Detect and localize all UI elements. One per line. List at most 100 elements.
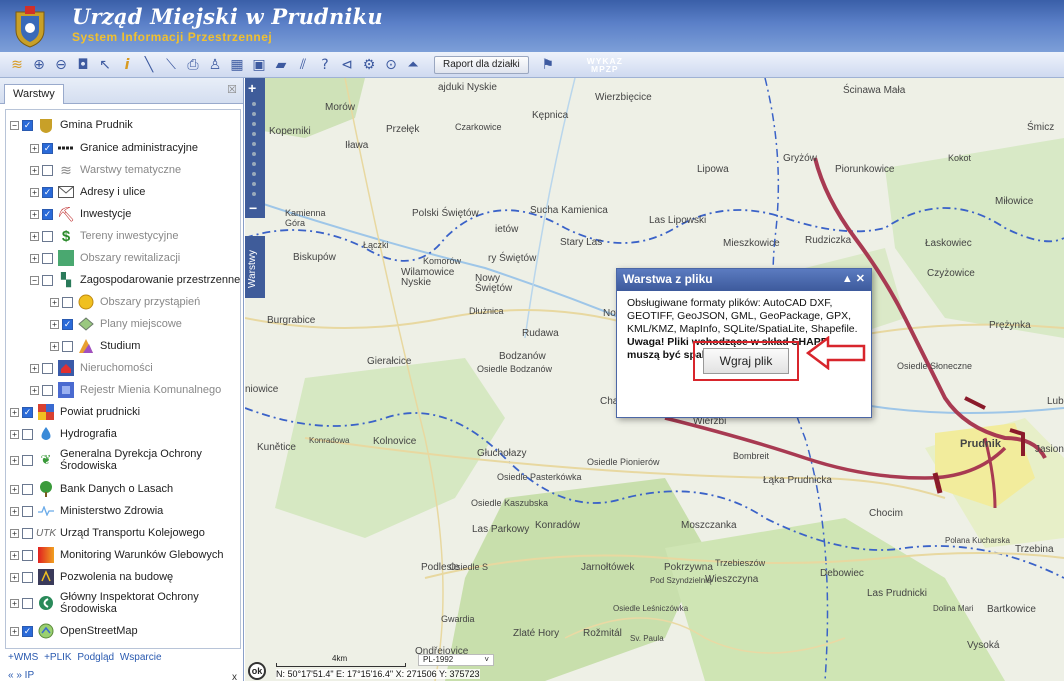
layer-checkbox[interactable] [42,230,53,242]
print-icon[interactable]: ⎙ [184,56,202,74]
expand-icon[interactable]: + [10,429,19,439]
layer-checkbox[interactable] [22,505,33,517]
close-icon[interactable]: ☒ [227,83,237,96]
person-icon[interactable]: ♙ [206,56,224,74]
info-icon[interactable]: i [118,56,136,74]
zoom-in-icon[interactable]: ⊕ [30,56,48,74]
layer-checkbox[interactable]: ✓ [42,186,53,198]
tree-item-studium[interactable]: + Studium [50,335,140,357]
expand-icon[interactable]: + [10,455,19,465]
measure-area-icon[interactable]: ⟍ [162,56,180,74]
layer-checkbox[interactable] [22,571,33,583]
tree-item-powiat[interactable]: + ✓ Powiat prudnicki [10,401,140,423]
north-icon[interactable]: ⏶ [404,56,422,74]
window-icon[interactable]: ▣ [250,56,268,74]
tree-item-przystapienia[interactable]: + Obszary przystąpień [50,291,200,313]
expand-icon[interactable]: + [10,484,19,494]
zoom-out-icon[interactable]: − [249,200,257,216]
zoom-level-dot[interactable] [252,152,256,156]
tree-item-tereny[interactable]: + $ Tereny inwestycyjne [30,225,178,247]
tree-item-monitoring[interactable]: + Monitoring Warunków Glebowych [10,544,223,566]
layer-checkbox[interactable] [42,164,53,176]
measure-line-icon[interactable]: ╲ [140,56,158,74]
layer-checkbox[interactable] [62,296,73,308]
wykaz-mpzp-button[interactable]: WYKAZ MPZP [587,56,623,73]
zoom-level-dot[interactable] [252,132,256,136]
panel-bottom-nav[interactable]: « » IP [8,670,34,681]
tree-item-gdos[interactable]: + ❦ Generalna Dyrekcja Ochrony Środowisk… [10,446,210,474]
zoom-extent-icon[interactable]: ◘ [74,56,92,74]
collapse-icon[interactable]: − [10,120,19,130]
layer-checkbox[interactable] [22,454,33,466]
expand-icon[interactable]: + [50,297,59,307]
layer-checkbox[interactable]: ✓ [22,625,33,637]
expand-icon[interactable]: + [30,209,39,219]
tree-item-warstwy[interactable]: + ≋ Warstwy tematyczne [30,159,181,181]
tree-item-hydrografia[interactable]: + Hydrografia [10,423,117,445]
zoom-level-dot[interactable] [252,112,256,116]
expand-icon[interactable]: + [10,506,19,516]
tree-item-rejestr[interactable]: + Rejestr Mienia Komunalnego [30,379,221,401]
zoom-level-dot[interactable] [252,182,256,186]
table-icon[interactable]: ▦ [228,56,246,74]
expand-icon[interactable]: + [30,253,39,263]
zoom-level-dot[interactable] [252,192,256,196]
tab-layers[interactable]: Warstwy [4,84,64,104]
layer-checkbox[interactable] [22,428,33,440]
projection-select[interactable]: PL-1992 ˅ [418,654,494,666]
expand-icon[interactable]: + [50,319,59,329]
layer-checkbox[interactable] [22,527,33,539]
expand-icon[interactable]: + [30,165,39,175]
ok-button[interactable]: ok [248,662,266,680]
dialog-controls[interactable]: ▲ ✕ [842,272,865,285]
report-parcel-button[interactable]: Raport dla działki [434,55,529,74]
layer-checkbox[interactable] [42,362,53,374]
layer-checkbox[interactable] [22,597,33,609]
expand-icon[interactable]: + [30,187,39,197]
zoom-level-dot[interactable] [252,142,256,146]
upload-file-button[interactable]: Wgraj plik [703,348,789,374]
zoom-out-icon[interactable]: ⊖ [52,56,70,74]
collapse-icon[interactable]: − [30,275,39,285]
expand-icon[interactable]: + [10,528,19,538]
layer-checkbox[interactable] [42,384,53,396]
zoom-level-dot[interactable] [252,172,256,176]
tree-item-inwestycje[interactable]: + ✓ ⛏ Inwestycje [30,203,131,225]
expand-icon[interactable]: + [50,341,59,351]
layer-checkbox[interactable]: ✓ [42,142,53,154]
zoom-level-dot[interactable] [252,102,256,106]
layer-checkbox[interactable] [22,549,33,561]
layers-side-tab[interactable]: Warstwy [245,236,265,298]
layer-checkbox[interactable] [42,274,53,286]
add-wms-link[interactable]: +WMS [8,652,38,663]
tree-item-mz[interactable]: + Ministerstwo Zdrowia [10,500,163,522]
layer-checkbox[interactable] [22,483,33,495]
layer-checkbox[interactable]: ✓ [22,119,33,131]
layers-icon[interactable]: ≋ [8,56,26,74]
zoom-level-dot[interactable] [252,162,256,166]
layer-checkbox[interactable]: ✓ [62,318,73,330]
tree-item-gios[interactable]: + Główny Inspektorat Ochrony Środowiska [10,589,210,617]
expand-icon[interactable]: + [10,572,19,582]
layer-checkbox[interactable]: ✓ [22,406,33,418]
zoom-level-dot[interactable] [252,122,256,126]
support-link[interactable]: Wsparcie [120,652,162,663]
expand-icon[interactable]: + [10,626,19,636]
layer-checkbox[interactable]: ✓ [42,208,53,220]
pointer-icon[interactable]: ↖ [96,56,114,74]
preview-link[interactable]: Podgląd [77,652,114,663]
share-icon[interactable]: ⊲ [338,56,356,74]
tree-item-utk[interactable]: + UTK Urząd Transportu Kolejowego [10,522,205,544]
tree-item-bdl[interactable]: + Bank Danych o Lasach [10,478,173,500]
comment-icon[interactable]: ▰ [272,56,290,74]
expand-icon[interactable]: + [30,385,39,395]
pin-icon[interactable]: ⚑ [539,56,557,74]
zoom-in-icon[interactable]: + [248,80,256,96]
add-file-link[interactable]: +PLIK [44,652,72,663]
layer-checkbox[interactable] [42,252,53,264]
tree-item-pozwolenia[interactable]: + Pozwolenia na budowę [10,566,173,588]
expand-icon[interactable]: + [30,231,39,241]
hatch-icon[interactable]: ⫽ [294,56,312,74]
map-zoom-bar[interactable]: + − [245,78,265,218]
help-icon[interactable]: ? [316,56,334,74]
